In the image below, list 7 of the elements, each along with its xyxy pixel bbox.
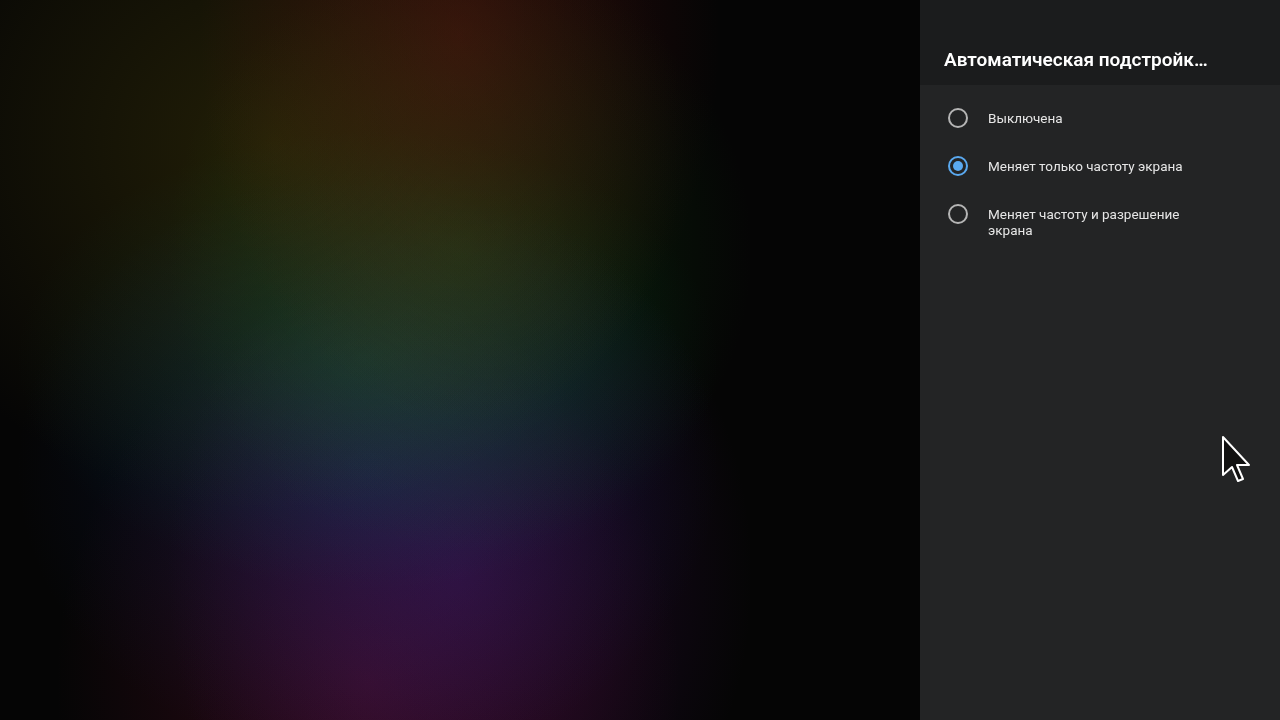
radio-button[interactable] (948, 204, 968, 224)
radio-button[interactable] (948, 108, 968, 128)
option-label[interactable]: Меняет только частоту экрана (988, 156, 1183, 174)
panel-title: Автоматическая подстройк… (944, 48, 1209, 71)
radio-button[interactable] (948, 156, 968, 176)
option-label[interactable]: Меняет частоту и разрешение экрана (988, 204, 1208, 238)
option-label[interactable]: Выключена (988, 108, 1063, 126)
